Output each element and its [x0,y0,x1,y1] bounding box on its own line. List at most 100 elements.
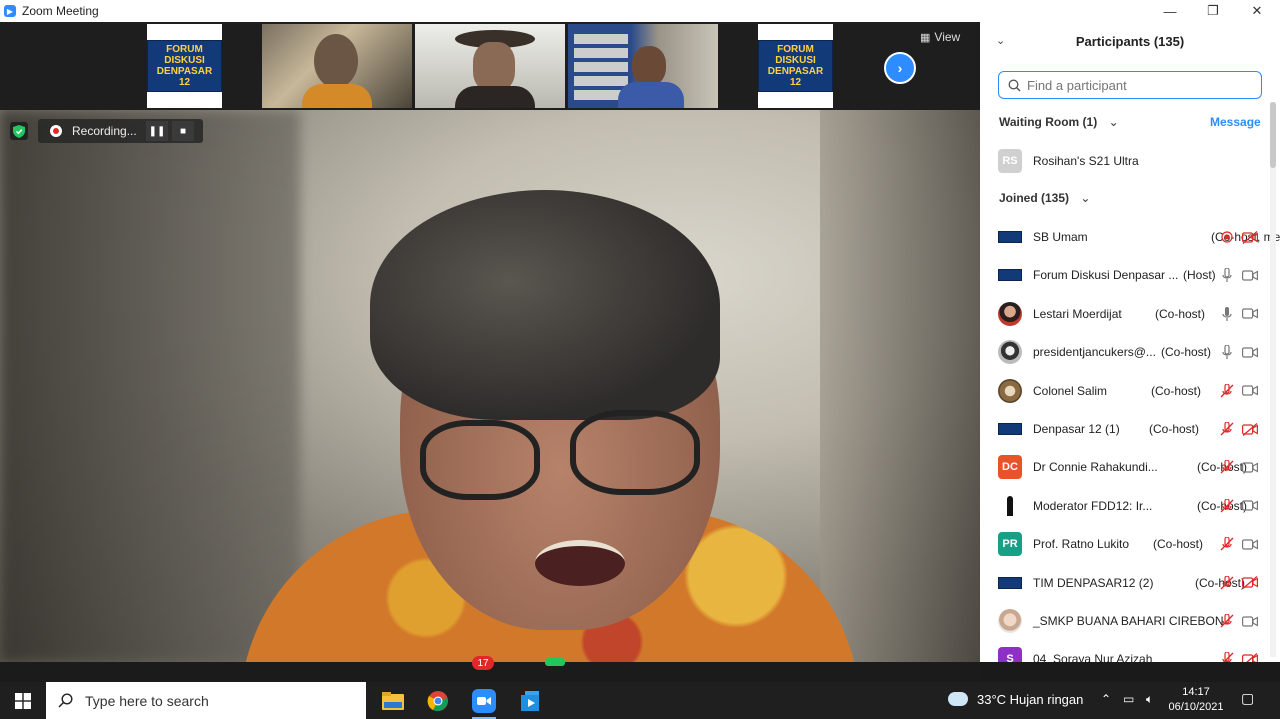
search-icon [1008,79,1021,91]
microphone-icon[interactable] [1219,344,1235,360]
video-off-icon[interactable] [1242,651,1258,662]
restore-button[interactable]: ❐ [1193,0,1233,22]
participant-row[interactable]: SB Umam (Co-host, me) [980,218,1280,256]
participant-search[interactable] [998,71,1262,99]
participant-name: presidentjancukers@... [1033,345,1156,360]
video-icon[interactable] [1242,536,1258,552]
participant-row[interactable]: _SMKP BUANA BAHARI CIREBON [980,602,1270,640]
pause-recording-button[interactable]: ❚❚ [146,121,168,141]
waiting-room-item[interactable]: RS Rosihan's S21 Ultra [980,142,1270,180]
file-explorer-icon[interactable] [378,686,408,716]
weather-text[interactable]: 33°C Hujan ringan [977,692,1083,707]
avatar [998,493,1022,518]
mic-muted-icon[interactable] [1219,575,1235,591]
recording-indicator: Recording... ❚❚ ■ [38,119,203,143]
participant-row[interactable]: Forum Diskusi Denpasar ... (Host) [980,256,1270,294]
video-off-icon[interactable] [1242,229,1258,245]
joined-header[interactable]: Joined (135) ⌄ [999,191,1090,205]
mic-muted-icon[interactable] [1219,498,1235,514]
video-off-icon[interactable] [1242,575,1258,591]
mic-muted-icon[interactable] [1219,613,1235,629]
participant-row[interactable]: presidentjancukers@... (Co-host) [980,333,1270,371]
background-right-shadow [820,110,980,662]
zoom-taskbar-icon[interactable] [469,686,499,719]
panel-scrollbar[interactable] [1270,102,1276,657]
taskbar-clock[interactable]: 14:17 06/10/2021 [1168,685,1224,715]
video-icon[interactable] [1242,267,1258,283]
view-button[interactable]: ▦ View [920,30,960,44]
message-button[interactable]: Message [1210,115,1261,129]
participant-row[interactable]: Moderator FDD12: Ir... (Co-host) [980,487,1270,525]
mic-muted-icon[interactable] [1219,536,1235,552]
recording-icon[interactable] [1219,229,1235,245]
participant-role: (Co-host) [1161,345,1212,360]
avatar [998,340,1022,365]
taskbar-search[interactable]: Type here to search [46,682,366,719]
thumbnail-forum-logo[interactable]: FORUM DISKUSI DENPASAR 12 [147,24,222,108]
media-player-icon[interactable] [515,686,545,716]
participants-panel: ⌄ Participants (135) Waiting Room (1) ⌄ … [980,22,1280,662]
volume-icon[interactable]: 🔈︎ [1146,692,1153,707]
participant-row[interactable]: TIM DENPASAR12 (2) (Co-host) [980,564,1270,602]
windows-logo-icon [15,692,31,709]
participant-name: _SMKP BUANA BAHARI CIREBON [1033,614,1224,628]
glasses-right-lens [570,410,700,495]
thumbnail-presenter-slide[interactable] [568,24,718,108]
video-icon[interactable] [1242,498,1258,514]
participant-name: Prof. Ratno Lukito [1033,537,1130,552]
grid-icon: ▦ [920,31,931,44]
weather-cloud-icon[interactable] [948,692,968,706]
avatar [998,378,1022,403]
notifications-icon[interactable]: ▢ [1241,690,1254,707]
mic-muted-icon[interactable] [1219,459,1235,475]
minimize-button[interactable]: — [1150,0,1190,22]
avatar: PR [998,532,1022,557]
participant-row[interactable]: S 04_Soraya Nur Azizah [980,640,1270,662]
microphone-icon[interactable] [1219,267,1235,283]
chrome-icon[interactable] [423,686,453,716]
participant-row[interactable]: Lestari Moerdijat (Co-host) [980,295,1270,333]
participant-row[interactable]: DC Dr Connie Rahakundi... (Co-host) [980,448,1270,486]
mic-muted-icon[interactable] [1219,421,1235,437]
close-button[interactable]: ✕ [1237,0,1277,22]
thumbnail-forum-logo-2[interactable]: FORUM DISKUSI DENPASAR 12 [758,24,833,108]
video-icon[interactable] [1242,306,1258,322]
speaker-mouth [535,540,625,586]
title-bar: ▶ Zoom Meeting — ❐ ✕ [0,0,1280,23]
participant-role: (Co-host) [1155,306,1206,321]
mic-muted-icon[interactable] [1219,651,1235,662]
avatar [998,609,1022,633]
view-label: View [934,30,961,44]
chevron-up-icon[interactable]: ⌃ [1101,692,1111,706]
thumbnail-participant-hat[interactable] [415,24,565,108]
share-screen-icon[interactable] [545,658,565,666]
start-button[interactable] [0,682,46,719]
participant-row[interactable]: Colonel Salim (Co-host) [980,372,1270,410]
video-off-icon[interactable] [1242,421,1258,437]
video-icon[interactable] [1242,344,1258,360]
participant-name: Lestari Moerdijat [1033,306,1122,321]
speaker-thumb-shirt [302,84,372,108]
participant-name: 04_Soraya Nur Azizah [1033,652,1153,662]
video-icon[interactable] [1242,459,1258,475]
waiting-room-header[interactable]: Waiting Room (1) ⌄ [999,115,1119,129]
network-icon[interactable]: ▭ [1123,692,1134,706]
recording-dot-icon [50,125,62,137]
search-input[interactable] [1025,76,1259,94]
video-icon[interactable] [1242,383,1258,399]
participant-role: (Co-host) [1151,383,1202,398]
scrollbar-thumb[interactable] [1270,102,1276,168]
search-icon [58,693,73,708]
thumbnail-speaker[interactable] [262,24,412,108]
stop-recording-button[interactable]: ■ [172,121,194,141]
avatar-initials: PR [1002,538,1018,551]
security-shield-icon[interactable] [10,122,28,140]
participant-row[interactable]: Denpasar 12 (1) (Co-host) [980,410,1270,448]
microphone-icon[interactable] [1219,306,1235,322]
video-stage: FORUM DISKUSI DENPASAR 12 FORUM DISKUSI … [0,22,980,662]
next-page-button[interactable]: › [884,52,916,84]
mic-muted-icon[interactable] [1219,383,1235,399]
video-icon[interactable] [1242,613,1258,629]
chevron-down-icon: ⌄ [1080,191,1091,205]
participant-row[interactable]: PR Prof. Ratno Lukito (Co-host) [980,525,1270,563]
